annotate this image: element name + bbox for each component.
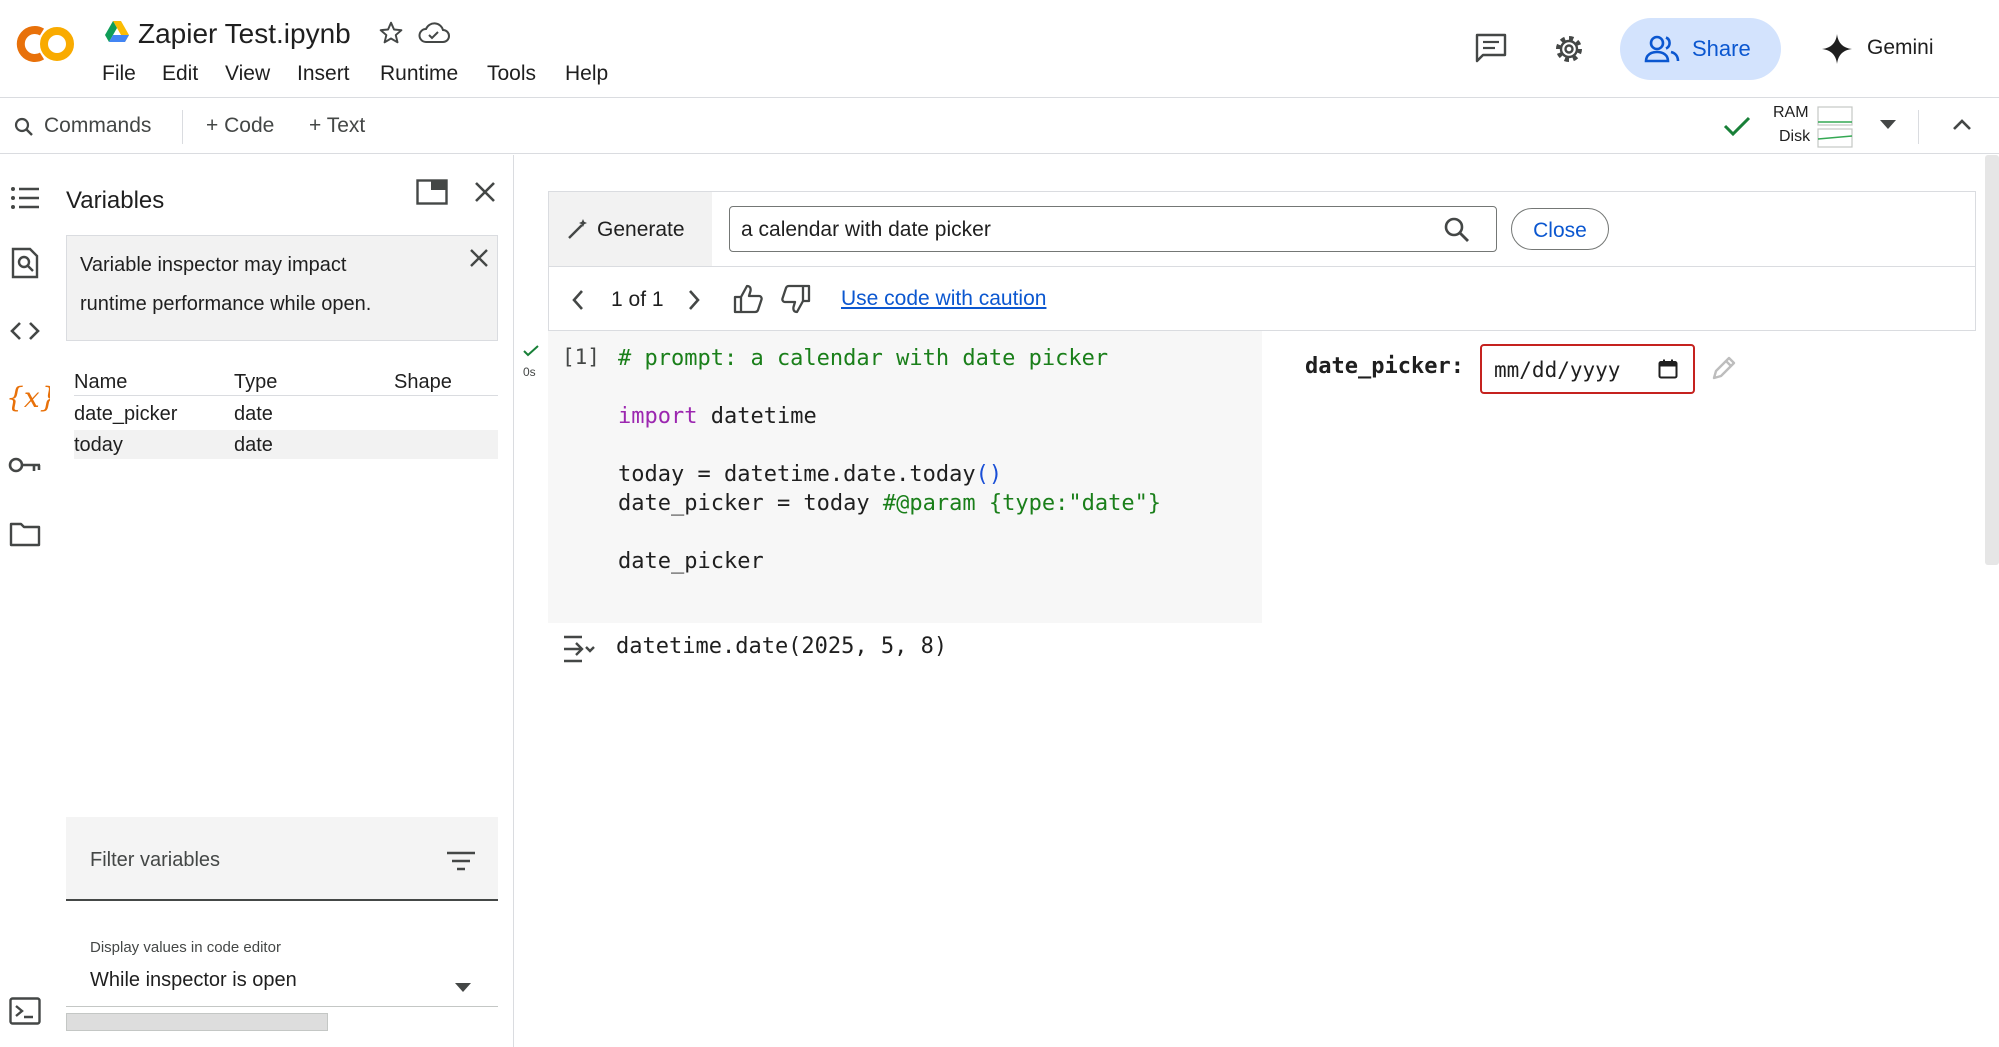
commands-button[interactable]: Commands: [44, 114, 151, 138]
prompt-value: a calendar with date picker: [741, 218, 991, 241]
menu-help[interactable]: Help: [565, 62, 608, 86]
generate-label: Generate: [597, 218, 685, 241]
gemini-sparkle-icon[interactable]: [1820, 32, 1854, 66]
comments-icon[interactable]: [1474, 32, 1508, 64]
horizontal-scrollbar[interactable]: [66, 1013, 328, 1031]
code-snippets-icon[interactable]: [9, 321, 41, 341]
menu-tools[interactable]: Tools: [487, 62, 536, 86]
colab-logo[interactable]: [12, 22, 78, 66]
date-picker-input[interactable]: mm/dd/yyyy: [1480, 344, 1695, 394]
files-folder-icon[interactable]: [9, 521, 41, 547]
filter-placeholder: Filter variables: [90, 849, 221, 871]
disk-label: Disk: [1779, 128, 1811, 145]
performance-notice: Variable inspector may impact runtime pe…: [66, 235, 498, 341]
execution-success-check-icon: [523, 345, 539, 357]
menu-runtime[interactable]: Runtime: [380, 62, 458, 86]
next-chevron-icon[interactable]: [687, 289, 701, 311]
close-button[interactable]: Close: [1511, 208, 1609, 250]
col-name: Name: [74, 371, 128, 393]
search-icon[interactable]: [1444, 217, 1470, 243]
toolbar-divider: [182, 110, 183, 144]
notebook-toolbar: Commands + Code + Text RAM Disk: [0, 98, 1999, 154]
col-type: Type: [234, 371, 278, 393]
add-code-button[interactable]: + Code: [206, 114, 274, 138]
dismiss-notice-icon[interactable]: [469, 248, 489, 268]
code-line-8: date_picker: [618, 549, 764, 574]
menu-file[interactable]: File: [102, 62, 136, 86]
panel-divider: [549, 266, 1975, 267]
google-drive-icon: [104, 20, 130, 44]
notice-line-1: Variable inspector may impact: [80, 254, 347, 276]
dropdown-arrow-icon: [455, 983, 471, 993]
side-icon-strip: {𝑥}: [0, 155, 57, 1047]
var-type: date: [234, 403, 273, 425]
date-placeholder: mm/dd/yyyy: [1494, 358, 1621, 382]
calendar-icon[interactable]: [1658, 359, 1678, 379]
menu-edit[interactable]: Edit: [162, 62, 198, 86]
search-icon: [14, 117, 34, 137]
runtime-dropdown-icon[interactable]: [1880, 120, 1896, 130]
close-panel-icon[interactable]: [474, 181, 496, 203]
cloud-saved-icon[interactable]: [418, 20, 450, 46]
display-values-label: Display values in code editor: [90, 939, 281, 956]
filter-variables-field[interactable]: Filter variables: [66, 817, 498, 901]
execution-count: [1]: [562, 345, 600, 369]
menu-insert[interactable]: Insert: [297, 62, 350, 86]
share-button[interactable]: Share: [1620, 18, 1781, 80]
display-values-value: While inspector is open: [90, 969, 297, 991]
variables-panel: Variables Variable inspector may impact …: [50, 155, 514, 1047]
display-values-select[interactable]: Display values in code editor While insp…: [66, 925, 498, 1007]
connected-check-icon: [1722, 114, 1752, 138]
var-type: date: [234, 434, 273, 456]
star-icon[interactable]: [378, 20, 404, 46]
var-name: today: [74, 434, 123, 456]
generate-panel: Generate a calendar with date picker Clo…: [548, 191, 1976, 331]
edit-pencil-icon[interactable]: [1710, 354, 1738, 382]
table-row[interactable]: today date: [74, 430, 498, 459]
terminal-icon[interactable]: [9, 997, 41, 1025]
filter-icon[interactable]: [446, 851, 476, 871]
toolbar-divider-2: [1918, 110, 1919, 144]
table-of-contents-icon[interactable]: [10, 185, 40, 211]
execution-time: 0s: [523, 365, 536, 379]
var-name: date_picker: [74, 403, 178, 425]
collapse-chevron-up-icon[interactable]: [1952, 117, 1972, 131]
use-code-caution-link[interactable]: Use code with caution: [841, 287, 1046, 311]
code-line-6: date_picker = today #@param {type:"date"…: [618, 491, 1162, 516]
thumbs-down-icon[interactable]: [781, 284, 811, 314]
code-line-5: today = datetime.date.today(): [618, 462, 1003, 487]
table-row[interactable]: date_picker date: [74, 399, 498, 428]
panel-title: Variables: [66, 187, 165, 214]
result-pager: 1 of 1: [611, 288, 664, 311]
gemini-button[interactable]: Gemini: [1867, 36, 1934, 60]
prompt-input[interactable]: a calendar with date picker: [729, 206, 1497, 252]
resource-usage-graph[interactable]: [1817, 106, 1853, 148]
secrets-key-icon[interactable]: [8, 455, 42, 475]
output-actions-icon[interactable]: [562, 634, 596, 664]
magic-wand-icon: [567, 218, 589, 240]
add-text-button[interactable]: + Text: [309, 114, 365, 138]
close-label: Close: [1533, 219, 1587, 242]
previous-chevron-icon[interactable]: [571, 289, 585, 311]
cell-output: datetime.date(2025, 5, 8): [616, 634, 948, 659]
people-icon: [1644, 34, 1680, 64]
variables-table-header: Name Type Shape: [74, 367, 498, 396]
code-line-3: import datetime: [618, 404, 817, 429]
notice-line-2: runtime performance while open.: [80, 293, 372, 315]
settings-gear-icon[interactable]: [1552, 32, 1586, 66]
code-line-1: # prompt: a calendar with date picker: [618, 346, 1109, 371]
notebook-title[interactable]: Zapier Test.ipynb: [138, 18, 351, 50]
code-cell[interactable]: [1] # prompt: a calendar with date picke…: [548, 331, 1262, 623]
open-in-tab-icon[interactable]: [416, 179, 448, 205]
find-replace-icon[interactable]: [11, 247, 39, 279]
share-label: Share: [1692, 36, 1751, 61]
param-label: date_picker:: [1305, 354, 1464, 379]
ram-label: RAM: [1773, 104, 1809, 121]
menu-view[interactable]: View: [225, 62, 270, 86]
vertical-scrollbar[interactable]: [1985, 155, 1999, 565]
app-header: Zapier Test.ipynb File Edit View Insert …: [0, 0, 1999, 98]
generate-button[interactable]: Generate: [549, 192, 712, 266]
col-shape: Shape: [394, 371, 452, 393]
thumbs-up-icon[interactable]: [733, 284, 763, 314]
